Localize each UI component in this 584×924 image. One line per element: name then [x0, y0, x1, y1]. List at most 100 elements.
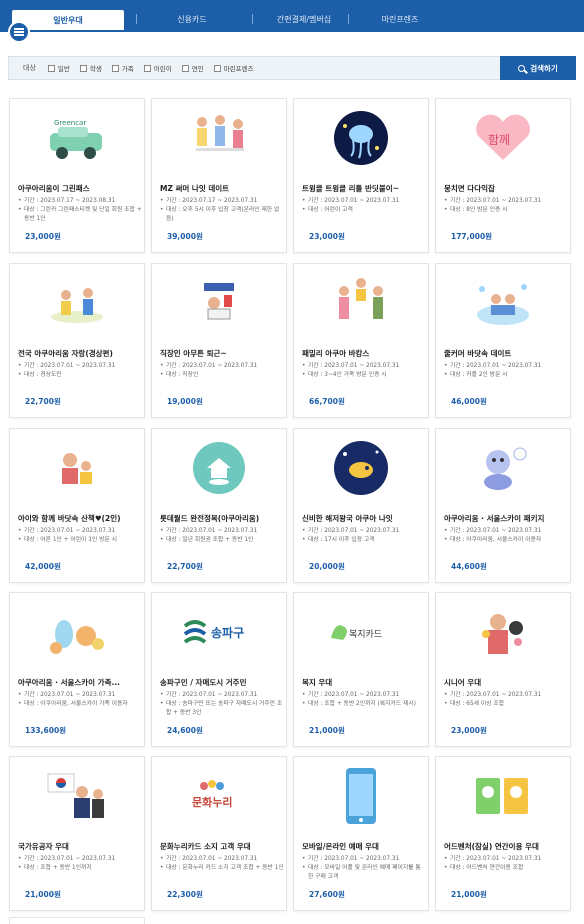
card-target: 대상 : 직장인	[160, 371, 284, 380]
card-target: 대상 : 커플 2인 방문 시	[444, 371, 568, 380]
card-meta: 기간 : 2023.07.01 ~ 2023.07.31 대상 : 아쿠아리움,…	[444, 527, 568, 545]
svg-text:송파구: 송파구	[211, 625, 244, 640]
card-period: 기간 : 2023.07.01 ~ 2023.07.31	[18, 691, 142, 700]
card-period: 기간 : 2023.07.01 ~ 2023.07.31	[302, 362, 426, 371]
card-title: 아쿠아리움 · 서울스카이 가족...	[18, 678, 121, 687]
card-price: 27,600원	[309, 890, 345, 899]
filter-family-checkbox[interactable]: 가족	[111, 63, 134, 73]
card-period: 기간 : 2023.07.01 ~ 2023.07.31	[18, 362, 142, 371]
card-target: 대상 : 조합 + 동반 1인까지	[18, 864, 142, 873]
benefit-card[interactable]: MZ 써머 나잇 데이트 기간 : 2023.07.17 ~ 2023.07.3…	[151, 98, 287, 253]
benefit-card[interactable]: 송파구 송파구민 / 자매도시 거주민 기간 : 2023.07.01 ~ 20…	[151, 592, 287, 747]
card-target: 대상 : 경상도민	[18, 371, 142, 380]
benefit-card[interactable]: 복지카드 복지 우대 기간 : 2023.07.01 ~ 2023.07.31 …	[293, 592, 429, 747]
mascot-icon	[436, 429, 570, 507]
benefit-card[interactable]: 아쿠아리움 · 서울스카이 가족... 기간 : 2023.07.01 ~ 20…	[9, 592, 145, 747]
benefit-card[interactable]: 국가유공자 우대 기간 : 2023.07.01 ~ 2023.07.31 대상…	[9, 756, 145, 911]
filter-option-label: 마린프렌즈	[223, 65, 254, 73]
card-period: 기간 : 2023.07.01 ~ 2023.07.31	[444, 197, 568, 206]
benefit-card[interactable]: 롯데월드 완전정복(아쿠아리움) 기간 : 2023.07.01 ~ 2023.…	[151, 428, 287, 583]
checkbox-icon[interactable]	[181, 64, 189, 72]
card-title: 패밀리 아쿠아 바캉스	[302, 349, 370, 358]
welfare-card-icon: 복지카드	[294, 593, 428, 671]
tab-divider	[348, 14, 349, 24]
card-price: 19,000원	[167, 397, 203, 406]
menu-icon[interactable]	[8, 21, 30, 43]
card-title: 직장인 아무튼 퇴근~	[160, 349, 227, 358]
benefit-card[interactable]: 직장인 아무튼 퇴근~ 기간 : 2023.07.01 ~ 2023.07.31…	[151, 263, 287, 418]
benefit-card[interactable]: 줄커머 바닷속 데이트 기간 : 2023.07.01 ~ 2023.07.31…	[435, 263, 571, 418]
tab-credit-card[interactable]: 신용카드	[140, 10, 244, 28]
benefit-card[interactable]: 시니어 우대 기간 : 2023.07.01 ~ 2023.07.31 대상 :…	[435, 592, 571, 747]
card-price: 20,000원	[309, 562, 345, 571]
tab-easy-pay[interactable]: 간편결제/멤버십	[256, 10, 352, 28]
benefit-card[interactable]: 트윙클 트윙클 리틀 반딧불이~ 기간 : 2023.07.01 ~ 2023.…	[293, 98, 429, 253]
benefit-card[interactable]: 모바일/온라인 예매 우대 기간 : 2023.07.01 ~ 2023.07.…	[293, 756, 429, 911]
filter-bar: 대상 일반 학생 가족 어린이 연인 마린프렌즈 검색하기	[8, 56, 576, 80]
filter-option-label: 가족	[121, 65, 134, 73]
card-target: 대상 : 65세 이상 조합	[444, 700, 568, 709]
filter-child-checkbox[interactable]: 어린이	[143, 63, 172, 73]
card-period: 기간 : 2023.07.01 ~ 2023.07.31	[18, 527, 142, 536]
card-title: 어드벤처(잠실) 연간이용 우대	[444, 842, 539, 851]
card-target: 대상 : 송파구민 또는 송파구 자매도시 거주민 조합 + 동반 3인	[160, 700, 284, 718]
card-title: 신비한 해저왕국 아쿠아 나잇	[302, 514, 393, 523]
checkbox-icon[interactable]	[79, 64, 87, 72]
card-title: MZ 써머 나잇 데이트	[160, 184, 230, 193]
card-period: 기간 : 2023.07.01 ~ 2023.07.31	[444, 855, 568, 864]
checkbox-icon[interactable]	[143, 64, 151, 72]
card-meta: 기간 : 2023.07.01 ~ 2023.07.31 대상 : 아쿠아리움,…	[18, 691, 142, 709]
benefit-card[interactable]: 패밀리 아쿠아 바캉스 기간 : 2023.07.01 ~ 2023.07.31…	[293, 263, 429, 418]
card-meta: 기간 : 2023.07.17 ~ 2023.08.31 대상 : 그린카 그린…	[18, 197, 142, 224]
card-price: 177,000원	[451, 232, 493, 241]
tab-divider	[136, 14, 137, 24]
card-price: 39,000원	[167, 232, 203, 241]
card-price: 23,000원	[25, 232, 61, 241]
night-fish-icon	[294, 429, 428, 507]
card-meta: 기간 : 2023.07.01 ~ 2023.07.31 대상 : 조합 + 동…	[302, 691, 426, 709]
benefit-card[interactable]: 어드벤처(잠실) 연간이용 우대 기간 : 2023.07.01 ~ 2023.…	[435, 756, 571, 911]
filter-option-label: 일반	[57, 65, 70, 73]
card-price: 21,000원	[451, 890, 487, 899]
card-period: 기간 : 2023.07.01 ~ 2023.07.31	[160, 362, 284, 371]
svg-text:복지카드: 복지카드	[349, 629, 382, 640]
checkbox-icon[interactable]	[47, 64, 55, 72]
card-period: 기간 : 2023.07.01 ~ 2023.07.31	[160, 855, 284, 864]
filter-general-checkbox[interactable]: 일반	[47, 63, 70, 73]
benefit-card[interactable]: Greencar 아쿠아리움이 그린패스 기간 : 2023.07.17 ~ 2…	[9, 98, 145, 253]
search-button-label: 검색하기	[530, 63, 558, 73]
card-meta: 기간 : 2023.07.01 ~ 2023.07.31 대상 : 직장인	[160, 362, 284, 380]
card-meta: 기간 : 2023.07.01 ~ 2023.07.31 대상 : 경상도민	[18, 362, 142, 380]
card-price: 66,700원	[309, 397, 345, 406]
card-period: 기간 : 2023.07.17 ~ 2023.08.31	[18, 197, 142, 206]
together-heart-icon: 함께	[436, 99, 570, 177]
card-title: 뭉치면 다다익잡	[444, 184, 495, 193]
checkbox-icon[interactable]	[213, 64, 221, 72]
card-title: 시니어 우대	[444, 678, 482, 687]
filter-couple-checkbox[interactable]: 연인	[181, 63, 204, 73]
search-button[interactable]: 검색하기	[500, 56, 576, 80]
card-target: 대상 : 8인 방문 인증 시	[444, 206, 568, 215]
filter-marine-friends-checkbox[interactable]: 마린프렌즈	[213, 63, 254, 73]
patriot-flag-icon	[10, 757, 144, 835]
card-title: 송파구민 / 자매도시 거주민	[160, 678, 247, 687]
card-price: 22,300원	[167, 890, 203, 899]
benefit-card[interactable]: 아이와 함께 바닷속 산책♥(2인) 기간 : 2023.07.01 ~ 202…	[9, 428, 145, 583]
card-target: 대상 : 어린이 고객	[302, 206, 426, 215]
benefit-card[interactable]: 신비한 해저왕국 아쿠아 나잇 기간 : 2023.07.01 ~ 2023.0…	[293, 428, 429, 583]
benefit-card[interactable]: 아쿠아리움 · 서울스카이 패키지 기간 : 2023.07.01 ~ 2023…	[435, 428, 571, 583]
card-period: 기간 : 2023.07.01 ~ 2023.07.31	[444, 362, 568, 371]
benefit-card[interactable]: 함께 뭉치면 다다익잡 기간 : 2023.07.01 ~ 2023.07.31…	[435, 98, 571, 253]
card-meta: 기간 : 2023.07.01 ~ 2023.07.31 대상 : 8인 방문 …	[444, 197, 568, 215]
checkbox-icon[interactable]	[111, 64, 119, 72]
card-period: 기간 : 2023.07.01 ~ 2023.07.31	[444, 691, 568, 700]
card-title: 문화누리카드 소지 고객 우대	[160, 842, 251, 851]
card-target: 대상 : 모바일 어플 및 온라인 예매 페이지를 통한 구매 고객	[302, 864, 426, 882]
benefit-card[interactable]: 전국 아쿠아리움 자랑(경상편) 기간 : 2023.07.01 ~ 2023.…	[9, 263, 145, 418]
card-period: 기간 : 2023.07.01 ~ 2023.07.31	[444, 527, 568, 536]
senior-icon	[436, 593, 570, 671]
benefit-card[interactable]: 문화누리 문화누리카드 소지 고객 우대 기간 : 2023.07.01 ~ 2…	[151, 756, 287, 911]
filter-student-checkbox[interactable]: 학생	[79, 63, 102, 73]
tab-marine-friends[interactable]: 마린프렌즈	[352, 10, 448, 28]
tab-divider	[252, 14, 253, 24]
